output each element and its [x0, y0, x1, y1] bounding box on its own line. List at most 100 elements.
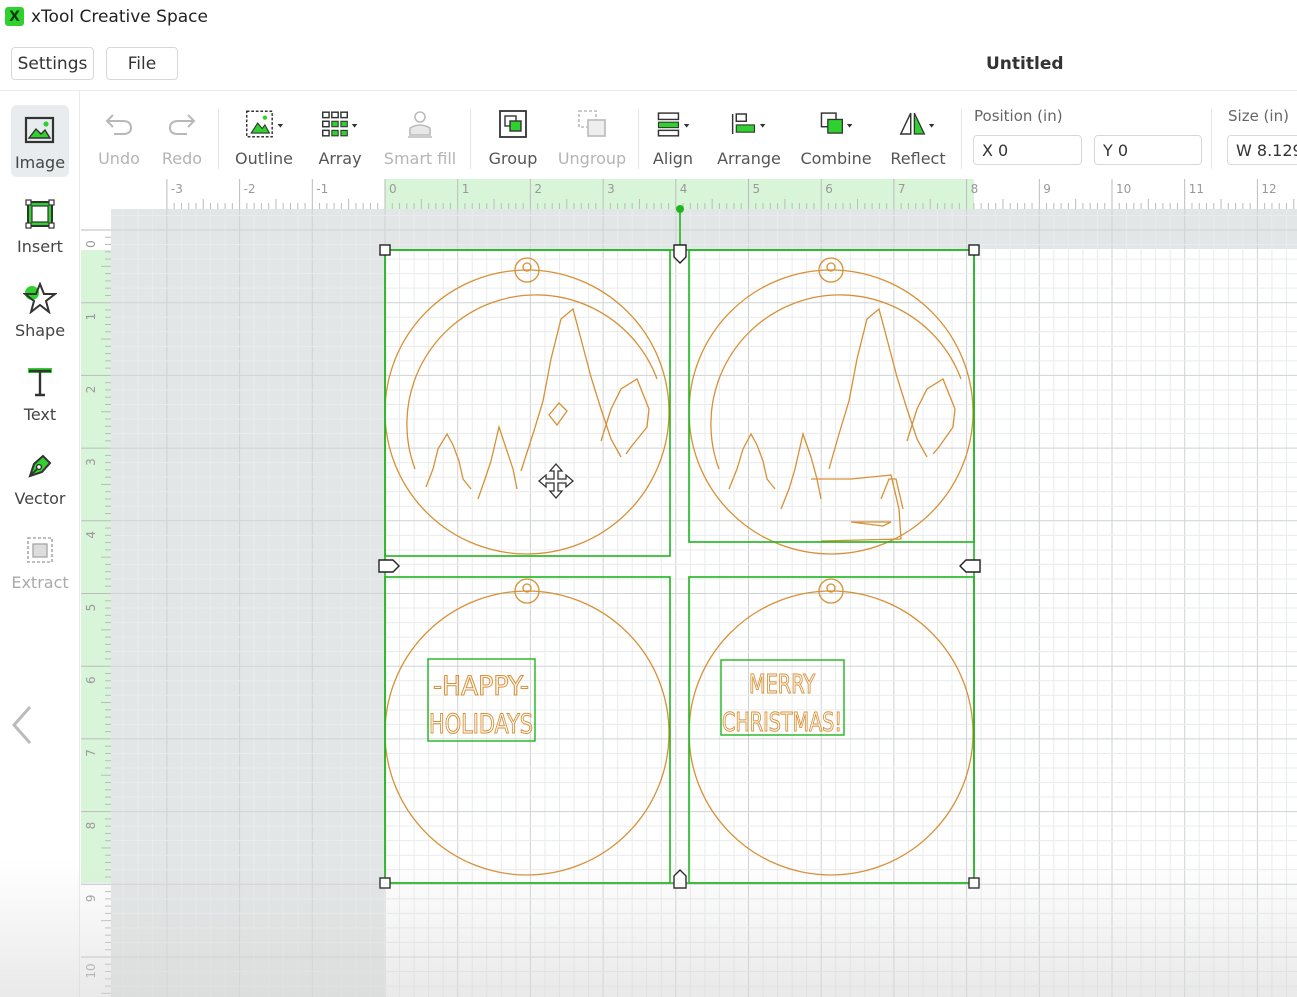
ruler-label: 2 [534, 182, 542, 196]
sidebar-item-shape[interactable]: Shape [11, 273, 69, 345]
toolbar-divider [638, 109, 639, 169]
undo-button[interactable]: Undo [95, 105, 143, 173]
toolbar-divider [1211, 109, 1212, 169]
smart-fill-button[interactable]: Smart fill [383, 105, 457, 173]
resize-handle[interactable] [379, 877, 391, 889]
ruler-label: 8 [84, 822, 98, 830]
align-button[interactable]: Align [647, 105, 699, 173]
sidebar-item-label: Image [14, 153, 66, 172]
group-button[interactable]: Group [485, 105, 541, 173]
group-label: Group [488, 149, 538, 168]
file-button[interactable]: File [106, 47, 178, 80]
ruler-label: 0 [84, 240, 98, 248]
arrange-label: Arrange [717, 149, 781, 168]
redo-button[interactable]: Redo [159, 105, 205, 173]
canvas-workspace[interactable]: -3 -2 -1 0 1 2 3 4 5 6 7 8 9 10 11 12 0 1 2 3 4 5 6 7 8 9 10 [81, 179, 1297, 997]
insert-icon [23, 197, 57, 231]
combine-icon [816, 105, 856, 143]
combine-button[interactable]: Combine [800, 105, 872, 173]
ruler-label: -3 [171, 182, 183, 196]
size-label: Size (in) [1228, 107, 1289, 125]
selection-box[interactable] [378, 205, 981, 889]
position-y-input[interactable]: Y 0 [1094, 135, 1202, 165]
undo-label: Undo [98, 149, 140, 168]
move-cursor-icon [538, 463, 574, 499]
ruler-label: 3 [84, 458, 98, 466]
reflect-icon [898, 105, 938, 143]
align-label: Align [652, 149, 694, 168]
ruler-label: 10 [1116, 182, 1131, 196]
resize-handle[interactable] [379, 244, 391, 256]
ungroup-button[interactable]: Ungroup [555, 105, 629, 173]
ruler-corner [81, 179, 111, 209]
ruler-label: 1 [84, 313, 98, 321]
settings-button[interactable]: Settings [11, 47, 94, 80]
canvas-svg: -3 -2 -1 0 1 2 3 4 5 6 7 8 9 10 11 12 012345678910 [81, 179, 1297, 997]
ruler-label: 1 [462, 182, 470, 196]
ruler-label: 5 [753, 182, 761, 196]
redo-label: Redo [161, 149, 203, 168]
ruler-label: 3 [607, 182, 615, 196]
ruler-label: 7 [84, 749, 98, 757]
resize-handle[interactable] [968, 244, 980, 256]
image-icon [23, 113, 57, 147]
reflect-button[interactable]: Reflect [889, 105, 947, 173]
ruler-label: 9 [1043, 182, 1051, 196]
outline-icon [244, 105, 284, 143]
ruler-label: 7 [898, 182, 906, 196]
resize-handle[interactable] [968, 877, 980, 889]
sidebar-item-vector[interactable]: Vector [11, 441, 69, 513]
sidebar-item-text[interactable]: Text [11, 357, 69, 429]
stretch-handle-right[interactable] [959, 559, 981, 573]
extract-icon [23, 533, 57, 567]
ruler-label: -1 [316, 182, 328, 196]
size-width-input[interactable]: W 8.129 [1227, 135, 1297, 165]
ungroup-label: Ungroup [557, 149, 627, 168]
smart-fill-icon [400, 105, 440, 143]
rotate-handle[interactable] [676, 205, 684, 213]
sidebar-item-extract[interactable]: Extract [11, 525, 69, 597]
ruler-label: 12 [1261, 182, 1276, 196]
element-bounding-boxes [384, 249, 975, 884]
ornament-text-line: CHRISTMAS! [722, 708, 842, 738]
ruler-label: 10 [84, 963, 98, 978]
align-icon [653, 105, 693, 143]
array-button[interactable]: Array [313, 105, 367, 173]
toolbar-divider [470, 109, 471, 169]
sidebar-item-label: Vector [14, 489, 66, 508]
app-title: xTool Creative Space [31, 7, 208, 27]
ruler-label: 2 [84, 386, 98, 394]
horizontal-ruler: -3 -2 -1 0 1 2 3 4 5 6 7 8 9 10 11 12 [81, 179, 1297, 209]
sidebar-item-image[interactable]: Image [11, 105, 69, 177]
sidebar-item-label: Text [23, 405, 57, 424]
ruler-label: 9 [84, 894, 98, 902]
ornament-text-line: -HAPPY- [433, 671, 529, 702]
arrange-button[interactable]: Arrange [717, 105, 781, 173]
toolbar-divider [961, 109, 962, 169]
ruler-label: 8 [971, 182, 979, 196]
reflect-label: Reflect [890, 149, 946, 168]
document-title: Untitled [986, 54, 1064, 74]
shape-icon [23, 281, 57, 315]
app-logo-icon: X [5, 7, 24, 26]
sidebar-item-label: Shape [14, 321, 66, 340]
ruler-label: -2 [244, 182, 256, 196]
ruler-label: 4 [84, 531, 98, 539]
position-x-input[interactable]: X 0 [973, 135, 1082, 165]
ruler-label: 5 [84, 604, 98, 612]
combine-label: Combine [800, 149, 872, 168]
collapse-sidebar-icon[interactable] [8, 703, 38, 747]
smart-fill-label: Smart fill [383, 149, 457, 168]
left-sidebar: Image Insert Shape Text Vector Extract [0, 91, 80, 997]
redo-icon [162, 105, 202, 143]
vertical-ruler: 0 1 2 3 4 5 6 7 8 9 10 [81, 179, 111, 997]
ruler-label: 11 [1189, 182, 1204, 196]
sidebar-item-insert[interactable]: Insert [11, 189, 69, 261]
array-label: Array [318, 149, 362, 168]
outline-button[interactable]: Outline [233, 105, 295, 173]
ornament-text-line: HOLIDAYS [429, 709, 533, 740]
array-icon [320, 105, 360, 143]
title-bar: X xTool Creative Space [0, 0, 1297, 34]
ruler-label: 0 [389, 182, 397, 196]
stretch-handle-left[interactable] [378, 559, 400, 573]
